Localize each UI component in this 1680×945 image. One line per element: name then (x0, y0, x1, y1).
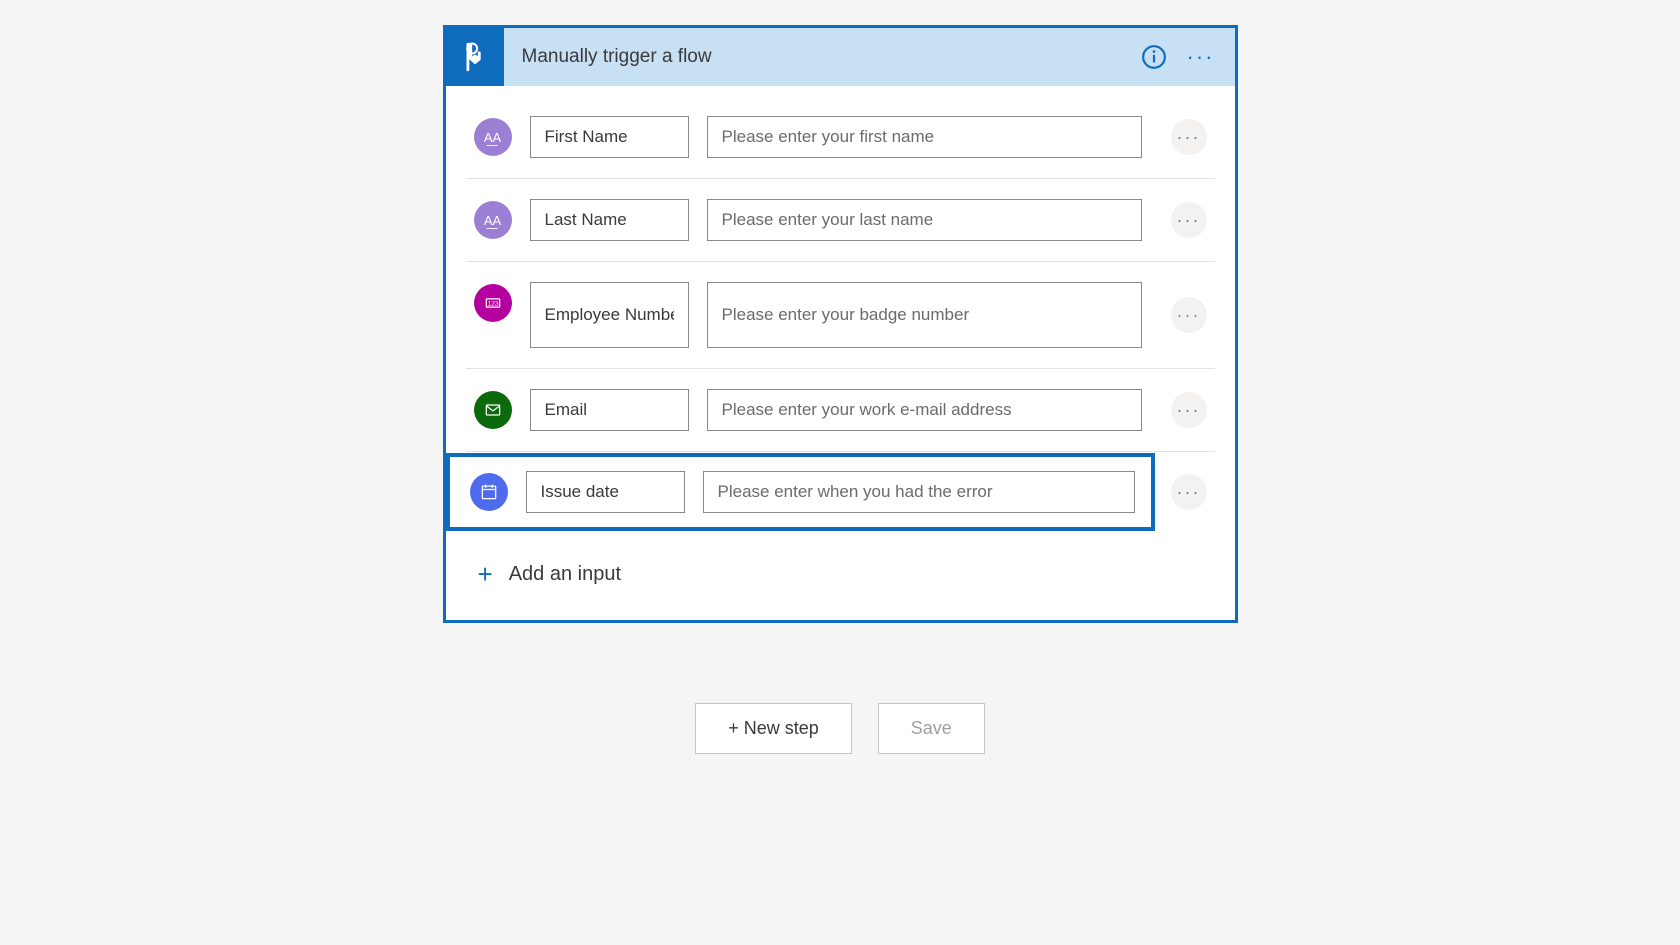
footer-buttons: + New step Save (695, 703, 985, 754)
placeholder-input-email[interactable] (707, 389, 1142, 431)
label-input-issue-date[interactable] (526, 471, 685, 513)
text-type-icon: A͟A (474, 201, 512, 239)
placeholder-input-first-name[interactable] (707, 116, 1142, 158)
date-type-icon (470, 473, 508, 511)
add-input-label: Add an input (509, 563, 621, 586)
input-row-employee-number: 123 ··· (466, 262, 1215, 369)
header-actions: ··· (1141, 44, 1235, 70)
number-type-icon: 123 (474, 284, 512, 322)
row-more-icon[interactable]: ··· (1171, 202, 1207, 238)
plus-icon: + (478, 559, 493, 590)
placeholder-input-issue-date[interactable] (703, 471, 1135, 513)
info-icon[interactable] (1141, 44, 1167, 70)
header-title: Manually trigger a flow (504, 46, 1141, 68)
trigger-icon (446, 28, 504, 86)
card-header: Manually trigger a flow ··· (446, 28, 1235, 86)
placeholder-input-last-name[interactable] (707, 199, 1142, 241)
svg-text:123: 123 (487, 301, 498, 308)
label-input-last-name[interactable] (530, 199, 689, 241)
row-more-icon[interactable]: ··· (1171, 119, 1207, 155)
trigger-card: Manually trigger a flow ··· A͟A ··· A͟A … (443, 25, 1238, 623)
row-more-icon[interactable]: ··· (1171, 297, 1207, 333)
highlighted-row (446, 453, 1155, 531)
label-input-employee-number[interactable] (530, 282, 689, 348)
input-row-first-name: A͟A ··· (466, 96, 1215, 179)
row-more-icon[interactable]: ··· (1171, 392, 1207, 428)
save-button[interactable]: Save (878, 703, 985, 754)
input-row-issue-date (470, 471, 1135, 513)
placeholder-input-employee-number[interactable] (707, 282, 1142, 348)
new-step-button[interactable]: + New step (695, 703, 852, 754)
input-row-last-name: A͟A ··· (466, 179, 1215, 262)
label-input-first-name[interactable] (530, 116, 689, 158)
add-input-button[interactable]: + Add an input (466, 531, 1215, 620)
card-body: A͟A ··· A͟A ··· 123 ··· ··· (446, 86, 1235, 620)
header-more-icon[interactable]: ··· (1187, 46, 1215, 68)
text-type-icon: A͟A (474, 118, 512, 156)
input-row-email: ··· (466, 369, 1215, 452)
label-input-email[interactable] (530, 389, 689, 431)
email-type-icon (474, 391, 512, 429)
row-more-icon[interactable]: ··· (1171, 474, 1207, 510)
